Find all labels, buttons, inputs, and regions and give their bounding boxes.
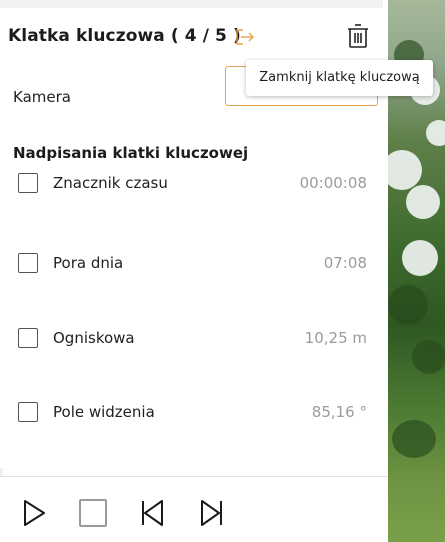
time-of-day-label: Pora dnia: [53, 254, 124, 272]
field-of-view-checkbox[interactable]: [18, 402, 38, 422]
override-row-focal-length: Ogniskowa 10,25 m: [0, 326, 383, 350]
focal-length-value: 10,25 m: [304, 329, 367, 347]
exit-icon[interactable]: [234, 27, 256, 47]
override-row-timestamp: Znacznik czasu 00:00:08: [0, 171, 383, 195]
stop-icon[interactable]: [78, 497, 108, 529]
play-icon[interactable]: [20, 497, 48, 529]
keyframe-title: Klatka kluczowa ( 4 / 5 ): [8, 26, 241, 46]
time-of-day-checkbox[interactable]: [18, 253, 38, 273]
timestamp-label: Znacznik czasu: [53, 174, 168, 192]
trash-icon[interactable]: [346, 23, 370, 49]
override-row-field-of-view: Pole widzenia 85,16 °: [0, 400, 383, 424]
focal-length-checkbox[interactable]: [18, 328, 38, 348]
field-of-view-value: 85,16 °: [311, 403, 367, 421]
panel-top-strip: [0, 0, 383, 8]
panel-header: Klatka kluczowa ( 4 / 5 ): [0, 8, 383, 66]
override-row-time-of-day: Pora dnia 07:08: [0, 251, 383, 275]
skip-back-icon[interactable]: [138, 497, 166, 529]
playback-bar: [0, 476, 388, 542]
timestamp-checkbox[interactable]: [18, 173, 38, 193]
camera-label: Kamera: [13, 88, 71, 106]
focal-length-label: Ogniskowa: [53, 329, 135, 347]
overrides-title: Nadpisania klatki kluczowej: [13, 144, 249, 162]
timestamp-value: 00:00:08: [299, 174, 367, 192]
time-of-day-value: 07:08: [323, 254, 367, 272]
close-keyframe-tooltip: Zamknij klatkę kluczową: [246, 60, 433, 96]
skip-forward-icon[interactable]: [198, 497, 226, 529]
field-of-view-label: Pole widzenia: [53, 403, 155, 421]
